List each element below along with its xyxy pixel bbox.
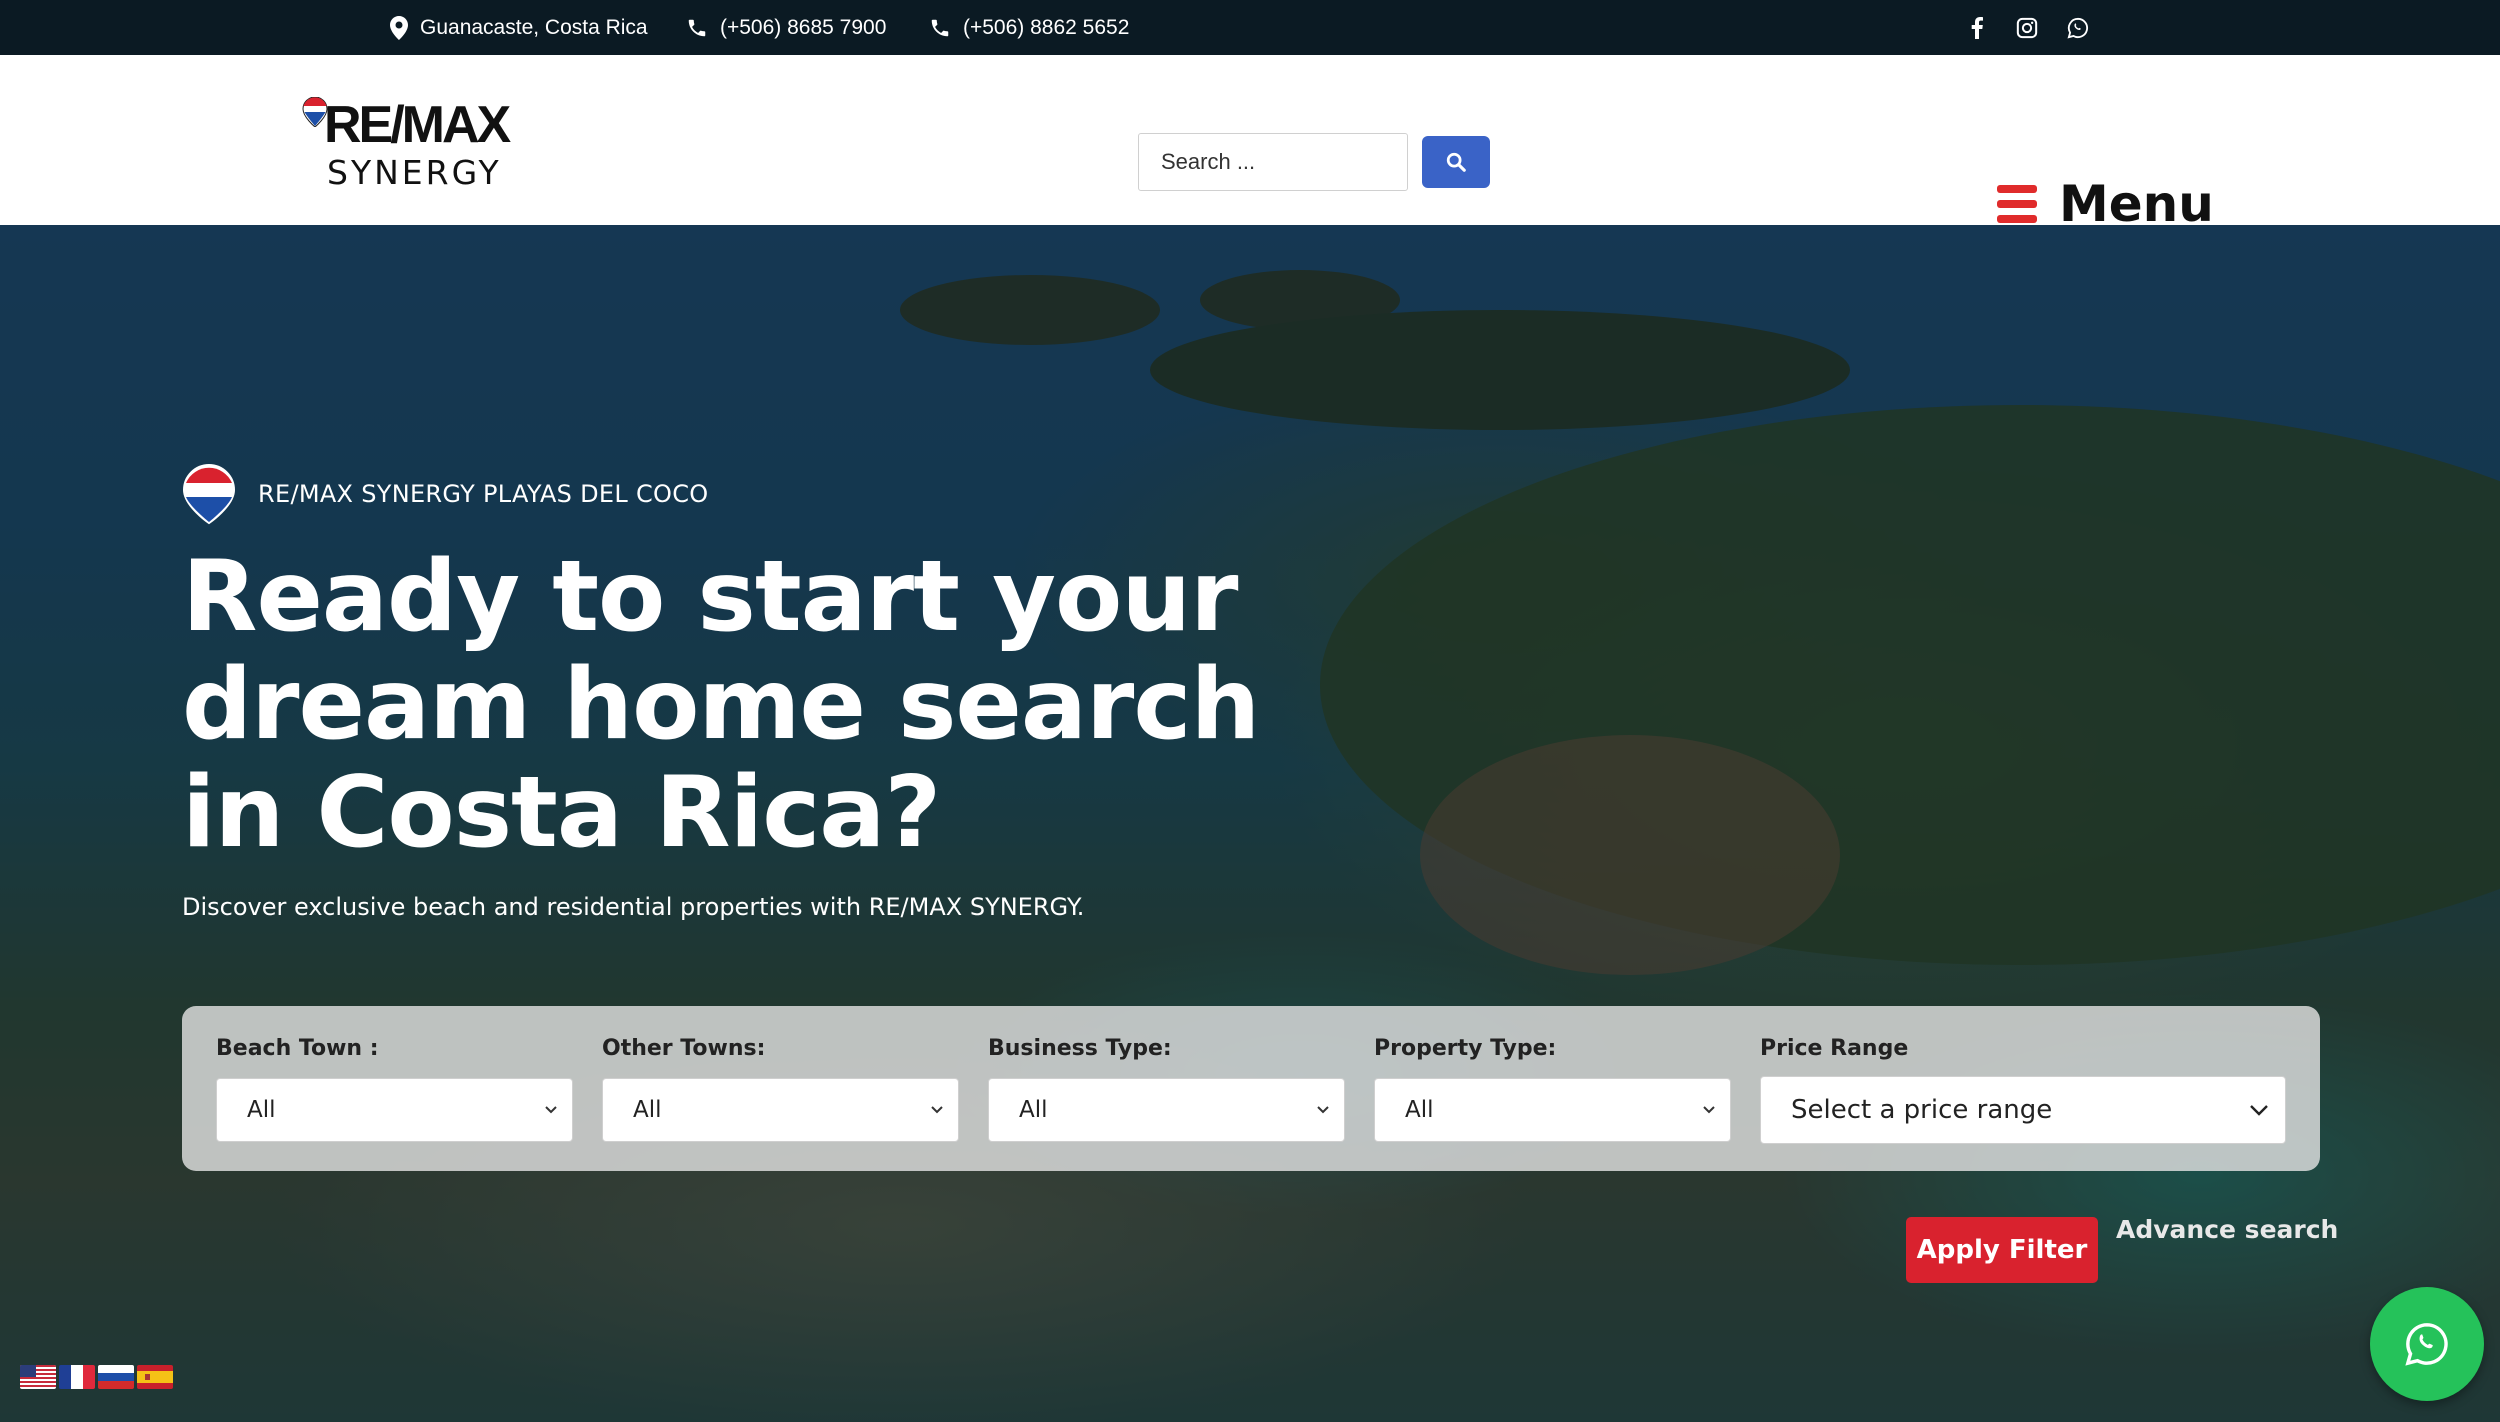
flag-es-icon[interactable] (137, 1365, 173, 1389)
whatsapp-chat-button[interactable] (2370, 1287, 2484, 1401)
advance-search-link[interactable]: Advance search (2116, 1215, 2338, 1244)
other-towns-select[interactable]: All (602, 1078, 959, 1142)
property-filter-panel: Beach Town : All Other Towns: All Busine… (182, 1006, 2320, 1171)
filter-beach-town: Beach Town : All (216, 1036, 573, 1142)
select-value: All (247, 1097, 276, 1123)
hero-section: RE/MAX SYNERGY PLAYAS DEL COCO Ready to … (0, 225, 2500, 1422)
whatsapp-icon[interactable] (2063, 0, 2093, 55)
business-type-select[interactable]: All (988, 1078, 1345, 1142)
chevron-down-icon (931, 1106, 943, 1114)
chevron-down-icon (1317, 1106, 1329, 1114)
hamburger-icon (1997, 185, 2037, 223)
headline-line-3: in Costa Rica? (182, 756, 941, 870)
select-value: All (1405, 1097, 1434, 1123)
phone-2-text: (+506) 8862 5652 (963, 15, 1130, 39)
logo-synergy-text: SYNERGY (327, 153, 502, 192)
headline-line-2: dream home search (182, 648, 1260, 762)
hero-subline: Discover exclusive beach and residential… (182, 893, 1085, 921)
remax-synergy-logo[interactable]: RE/MAX SYNERGY (302, 95, 512, 205)
filter-label: Property Type: (1374, 1036, 1557, 1061)
phone-link-2[interactable]: (+506) 8862 5652 (929, 0, 1129, 55)
chevron-down-icon (1703, 1106, 1715, 1114)
filter-business-type: Business Type: All (988, 1036, 1345, 1142)
filter-label: Price Range (1760, 1036, 1909, 1061)
flag-fr-icon[interactable] (59, 1365, 95, 1389)
language-switcher (20, 1365, 173, 1389)
phone-icon (688, 19, 706, 36)
chevron-down-icon (2250, 1105, 2268, 1116)
select-value: Select a price range (1791, 1095, 2053, 1125)
top-contact-bar: Guanacaste, Costa Rica (+506) 8685 7900 … (0, 0, 2500, 55)
property-type-select[interactable]: All (1374, 1078, 1731, 1142)
apply-filter-button[interactable]: Apply Filter (1906, 1217, 2098, 1283)
filter-label: Business Type: (988, 1036, 1172, 1061)
flag-us-icon[interactable] (20, 1365, 56, 1389)
phone-icon (931, 19, 949, 36)
location-info: Guanacaste, Costa Rica (390, 0, 648, 55)
headline-line-1: Ready to start your (182, 540, 1238, 654)
hero-headline: Ready to start your dream home search in… (182, 543, 1282, 867)
filter-property-type: Property Type: All (1374, 1036, 1731, 1142)
whatsapp-icon (2405, 1323, 2448, 1366)
search-icon (1446, 152, 1466, 172)
phone-link-1[interactable]: (+506) 8685 7900 (686, 0, 886, 55)
location-text: Guanacaste, Costa Rica (420, 15, 648, 39)
facebook-icon[interactable] (1962, 0, 1992, 55)
hero-badge-text: RE/MAX SYNERGY PLAYAS DEL COCO (258, 480, 709, 508)
instagram-icon[interactable] (2012, 0, 2042, 55)
search-input[interactable] (1138, 133, 1408, 191)
logo-remax-text: RE/MAX (324, 96, 511, 154)
chevron-down-icon (545, 1106, 557, 1114)
filter-label: Beach Town : (216, 1036, 379, 1061)
hero-badge: RE/MAX SYNERGY PLAYAS DEL COCO (182, 463, 708, 525)
select-value: All (1019, 1097, 1048, 1123)
select-value: All (633, 1097, 662, 1123)
flag-ru-icon[interactable] (98, 1365, 134, 1389)
beach-town-select[interactable]: All (216, 1078, 573, 1142)
price-range-select[interactable]: Select a price range (1760, 1076, 2286, 1144)
filter-other-towns: Other Towns: All (602, 1036, 959, 1142)
filter-label: Other Towns: (602, 1036, 766, 1061)
balloon-logo-icon (182, 463, 236, 525)
phone-1-text: (+506) 8685 7900 (720, 15, 887, 39)
site-header: RE/MAX SYNERGY Menu (0, 55, 2500, 233)
filter-price-range: Price Range Select a price range (1760, 1036, 2286, 1144)
search-button[interactable] (1422, 136, 1490, 188)
location-pin-icon (390, 15, 408, 40)
